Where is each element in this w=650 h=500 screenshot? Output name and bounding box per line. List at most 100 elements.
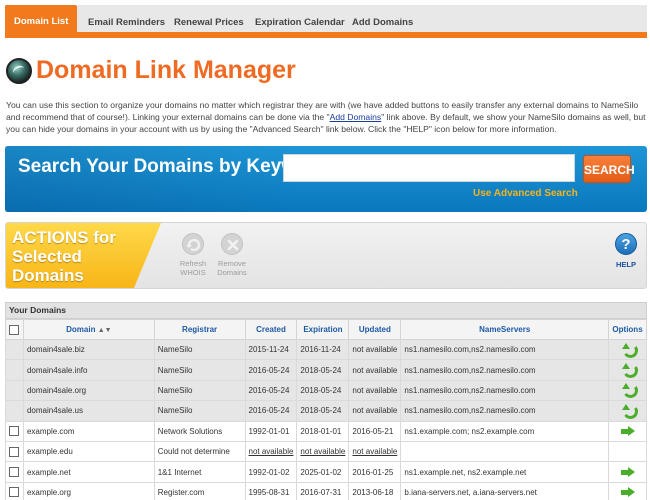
select-all-cell [5,319,24,340]
cell-nameservers: ns1.namesilo.com,ns2.namesilo.com [400,338,610,361]
cell-created: 2016-05-24 [244,379,298,402]
row-option-cell [608,461,647,483]
tab-strip: Domain List Email Reminders Renewal Pric… [5,5,647,38]
column-created[interactable]: Created [244,319,298,340]
search-input[interactable] [283,154,575,182]
row-select-cell [5,379,24,402]
cell-domain[interactable]: domain4sale.us [22,400,155,422]
cell-domain[interactable]: example.net [22,461,155,483]
column-nameservers[interactable]: NameServers [400,319,610,340]
tab-expiration-calendar[interactable]: Expiration Calendar [255,10,345,35]
your-domains-header: Your Domains [5,302,647,319]
cell-created: 2015-11-24 [244,338,298,361]
cell-nameservers: ns1.example.com; ns2.example.com [400,420,610,442]
cell-expiration: 2018-05-24 [296,400,350,422]
tab-email-reminders[interactable]: Email Reminders [88,10,165,35]
remove-label-line1: Remove [218,259,246,268]
table-row: domain4sale.info NameSilo 2016-05-24 2018-0… [5,359,647,381]
cell-nameservers: ns1.example.net, ns2.example.net [400,461,610,483]
curved-arrow-icon[interactable] [621,403,635,418]
column-updated[interactable]: Updated [348,319,402,340]
refresh-label-line1: Refresh [179,259,207,268]
table-row: domain4sale.org NameSilo 2016-05-24 2018-05… [5,379,647,402]
column-domain[interactable]: Domain ▲▼ [22,319,155,340]
cell-nameservers: ns1.namesilo.com,ns2.namesilo.com [400,400,610,422]
cell-nameservers [400,440,610,463]
cell-expiration: 2018-05-24 [296,379,350,402]
add-domains-link[interactable]: Add Domains [330,112,382,122]
cell-registrar: Register.com [153,481,246,500]
select-all-checkbox[interactable] [9,324,20,335]
row-option-cell [608,338,647,361]
cell-domain[interactable]: domain4sale.org [22,379,155,402]
table-header-row: Domain ▲▼ Registrar Created Expiration U… [5,319,647,340]
row-checkbox[interactable] [9,487,20,498]
refresh-whois-button[interactable]: Refresh WHOIS [173,233,213,277]
cell-domain[interactable]: domain4sale.biz [22,338,155,361]
cell-updated: not available [348,379,402,402]
search-panel: Search Your Domains by Keyword SEARCH Us… [5,146,647,212]
row-option-cell [608,359,647,381]
row-checkbox[interactable] [9,446,20,457]
page-title: Domain Link Manager [36,56,296,84]
tab-domain-list[interactable]: Domain List [5,5,78,38]
row-checkbox[interactable] [9,426,20,437]
row-select-cell [5,359,24,381]
domains-table: Domain ▲▼ Registrar Created Expiration U… [5,319,647,500]
cell-expiration: 2018-01-01 [296,420,350,442]
actions-heading-line1: ACTIONS for [12,228,116,247]
row-select-cell [5,461,24,483]
row-select-cell [5,420,24,442]
row-select-cell [5,400,24,422]
cell-registrar: NameSilo [153,338,246,361]
column-expiration[interactable]: Expiration [296,319,350,340]
tab-renewal-prices[interactable]: Renewal Prices [174,10,244,35]
cell-domain[interactable]: domain4sale.info [22,359,155,381]
row-checkbox[interactable] [9,467,20,478]
cell-created: 2016-05-24 [244,359,298,381]
curved-arrow-icon[interactable] [621,383,635,397]
cell-created: 1992-01-01 [244,420,298,442]
right-arrow-icon[interactable] [620,426,635,437]
curved-arrow-icon[interactable] [621,363,635,377]
help-button[interactable]: ? HELP [611,233,641,269]
cell-expiration: 2016-11-24 [296,338,350,361]
cell-domain[interactable]: example.org [22,481,155,500]
table-row: example.net 1&1 Internet 1992-01-02 2025-01… [5,461,647,483]
cell-updated: 2016-05-21 [348,420,402,442]
remove-domains-button[interactable]: Remove Domains [212,233,252,277]
cell-expiration: not available [296,440,350,463]
cell-created: 1992-01-02 [244,461,298,483]
column-registrar[interactable]: Registrar [153,319,246,340]
cell-expiration: 2025-01-02 [296,461,350,483]
cell-updated: 2013-06-18 [348,481,402,500]
cell-domain[interactable]: example.com [22,420,155,442]
question-icon: ? [615,233,637,255]
cell-domain[interactable]: example.edu [22,440,155,463]
refresh-label-line2: WHOIS [180,268,206,277]
remove-label-line2: Domains [217,268,247,277]
cell-registrar: NameSilo [153,359,246,381]
right-arrow-icon[interactable] [620,467,635,478]
cell-registrar: Network Solutions [153,420,246,442]
curved-arrow-icon[interactable] [621,342,635,357]
cell-updated: not available [348,400,402,422]
search-button[interactable]: SEARCH [583,155,635,183]
right-arrow-icon[interactable] [620,487,635,498]
column-domain-label: Domain [66,325,96,334]
cell-nameservers: b.iana-servers.net, a.iana-servers.net [400,481,610,500]
table-row: example.org Register.com 1995-08-31 2016-07… [5,481,647,500]
cell-registrar: NameSilo [153,379,246,402]
row-option-cell [608,440,647,463]
tab-add-domains[interactable]: Add Domains [352,10,413,35]
advanced-search-link[interactable]: Use Advanced Search [473,188,578,199]
cell-expiration: 2016-07-31 [296,481,350,500]
help-label: HELP [615,260,636,269]
row-select-cell [5,440,24,463]
cell-updated: not available [348,359,402,381]
row-option-cell [608,420,647,442]
close-icon [221,233,243,255]
cell-updated: 2016-01-25 [348,461,402,483]
table-row: example.com Network Solutions 1992-01-01 20… [5,420,647,442]
namesilo-globe-logo-icon [6,58,32,84]
